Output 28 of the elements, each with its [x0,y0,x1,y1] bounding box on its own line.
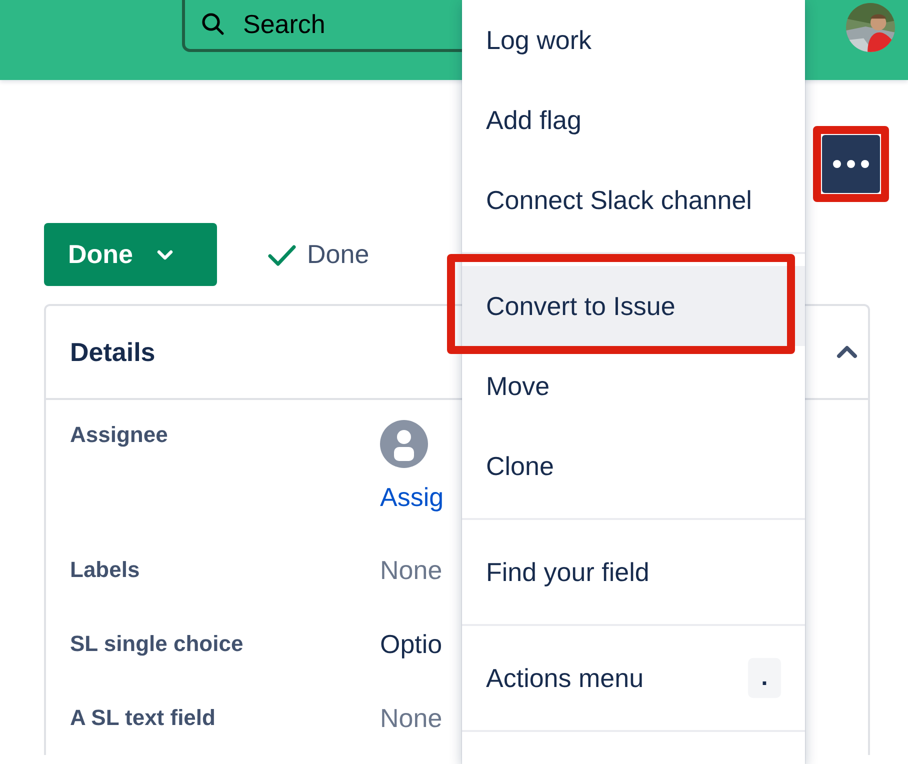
more-button[interactable] [822,135,880,193]
search-input[interactable]: Search [243,8,443,40]
field-label: SL single choice [70,630,244,658]
menu-item[interactable]: Find your field [462,532,805,612]
menu-item[interactable]: Log work [462,0,805,80]
menu-item[interactable]: Connect Slack channel [462,160,805,240]
check-icon [267,242,297,266]
field-value: None [380,555,442,585]
chevron-icon[interactable] [836,345,858,359]
menu-item[interactable]: Clone [462,426,805,506]
search-icon [201,12,225,36]
field-label: Labels [70,556,141,584]
menu-item[interactable]: Convert to Issue [462,266,805,346]
status-button[interactable]: Done [44,223,217,286]
user-avatar-icon [380,420,428,468]
more-icon [832,159,870,169]
menu-item[interactable]: Add flag [462,80,805,160]
field-value: Optio [380,629,442,659]
field-label: Assignee [70,421,169,449]
shortcut-key: . [748,658,781,698]
caret-icon [157,250,173,260]
resolution-label: Done [307,239,370,270]
menu-item[interactable]: Actions menu . [462,638,805,718]
assign-link[interactable]: Assig [380,482,444,513]
menu-item[interactable]: Move [462,346,805,426]
field-value: None [380,703,442,733]
card-title: Details [70,336,156,368]
field-label: A SL text field [70,704,216,732]
